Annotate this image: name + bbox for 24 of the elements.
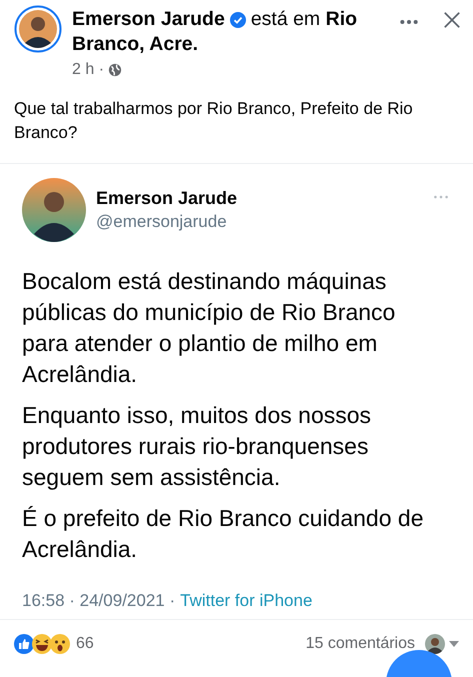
surprised-emoji-icon[interactable] bbox=[50, 634, 70, 654]
laughing-emoji-icon[interactable] bbox=[32, 634, 52, 654]
reaction-count[interactable]: 66 bbox=[76, 635, 94, 653]
avatar[interactable] bbox=[425, 634, 445, 654]
tweet-source-link[interactable]: Twitter for iPhone bbox=[180, 591, 312, 611]
comment-count[interactable]: 15 comentários bbox=[306, 635, 415, 653]
globe-icon bbox=[108, 63, 122, 77]
tweet-author-name: Emerson Jarude bbox=[96, 188, 238, 209]
location-text: está em Rio bbox=[250, 7, 358, 32]
tweet-paragraph: Enquanto isso, muitos dos nossos produtores rurais rio-branquenses seguem sem assistência. bbox=[22, 401, 372, 492]
caret-icon[interactable] bbox=[449, 641, 459, 647]
tweet-handle: @emersonjarude bbox=[96, 212, 228, 232]
post-time: 2 h · bbox=[72, 61, 104, 79]
like-reaction-icon[interactable] bbox=[14, 634, 34, 654]
avatar bbox=[22, 178, 86, 242]
avatar[interactable] bbox=[14, 5, 62, 53]
more-options-icon[interactable] bbox=[399, 19, 419, 25]
post-caption: Que tal trabalharmos por Rio Branco, Prefeito de Rio Branco? bbox=[14, 98, 414, 144]
tweet-paragraph: É o prefeito de Rio Branco cuidando de Acrelândia. bbox=[22, 504, 424, 564]
tweet-paragraph: Bocalom está destinando máquinas públicas do município de Rio Branco para atender o plantio de milho em Acrelândia. bbox=[22, 267, 396, 389]
location-text: Branco, Acre. bbox=[72, 33, 198, 55]
tweet-timestamp: 16:58 · 24/09/2021 · bbox=[22, 591, 176, 611]
author-name[interactable]: Emerson Jarude bbox=[72, 7, 225, 32]
close-icon[interactable] bbox=[443, 11, 461, 29]
